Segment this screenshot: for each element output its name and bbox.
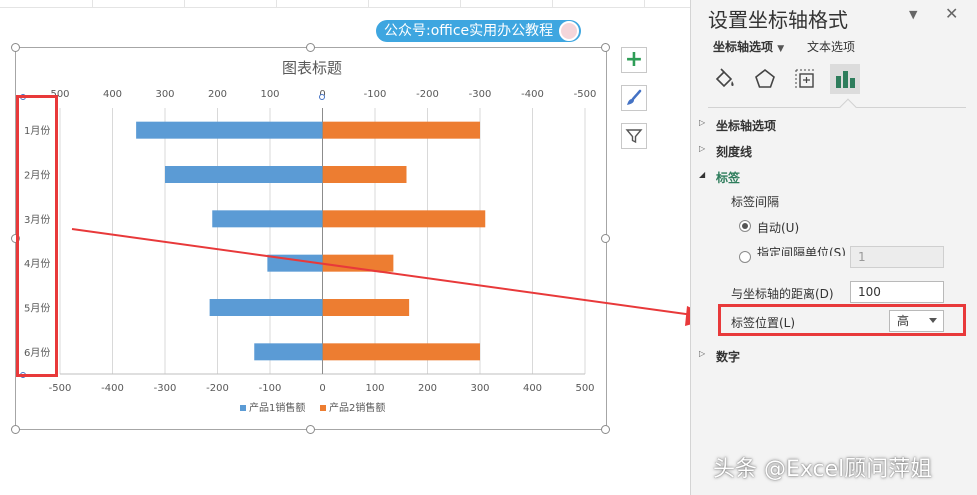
section-labels[interactable]: ◢ 标签: [699, 169, 740, 186]
close-icon[interactable]: ✕: [945, 4, 958, 23]
section-axis-options[interactable]: ▷ 坐标轴选项: [699, 117, 776, 134]
format-axis-pane: 设置坐标轴格式 ▼ ✕ 坐标轴选项 ▼ 文本选项 ▷ 坐标轴选项 ▷ 刻度线 ◢ 标签…: [690, 0, 977, 495]
axis-options-button[interactable]: [830, 64, 860, 94]
pane-options-button[interactable]: ▼: [909, 8, 917, 21]
pentagon-icon: [755, 68, 775, 88]
divider: [708, 107, 966, 108]
section-tick-marks[interactable]: ▷ 刻度线: [699, 143, 752, 160]
distance-input[interactable]: 100: [850, 281, 944, 303]
bar-chart-icon: [836, 71, 855, 88]
watermark: 头条 @Excel顾问萍姐: [713, 457, 933, 482]
chevron-right-icon: ▷: [699, 118, 706, 127]
tab-pointer: [839, 98, 857, 116]
radio-specify-label[interactable]: 指定间隔单位(S): [757, 244, 846, 256]
tab-text-options[interactable]: 文本选项: [807, 38, 855, 55]
chevron-right-icon: ▷: [699, 349, 706, 358]
radio-specify-interval[interactable]: [739, 251, 751, 263]
chevron-down-icon: ▼: [777, 44, 785, 54]
interval-unit-input[interactable]: 1: [850, 246, 944, 268]
fill-icon: [715, 68, 734, 88]
size-properties-button[interactable]: [790, 64, 820, 94]
effects-button[interactable]: [750, 64, 780, 94]
radio-auto-label[interactable]: 自动(U): [757, 219, 799, 236]
chevron-right-icon: ▷: [699, 144, 706, 153]
label-interval-caption: 标签间隔: [731, 195, 780, 209]
tab-axis-options[interactable]: 坐标轴选项 ▼: [713, 38, 784, 55]
distance-label: 与坐标轴的距离(D): [731, 287, 834, 301]
section-number[interactable]: ▷ 数字: [699, 348, 740, 365]
radio-auto[interactable]: [739, 220, 751, 232]
highlight-box: [718, 304, 966, 336]
pane-title: 设置坐标轴格式: [708, 8, 848, 32]
chevron-down-icon: ◢: [699, 170, 706, 179]
size-properties-icon: [795, 69, 814, 88]
fill-line-button[interactable]: [710, 64, 740, 94]
